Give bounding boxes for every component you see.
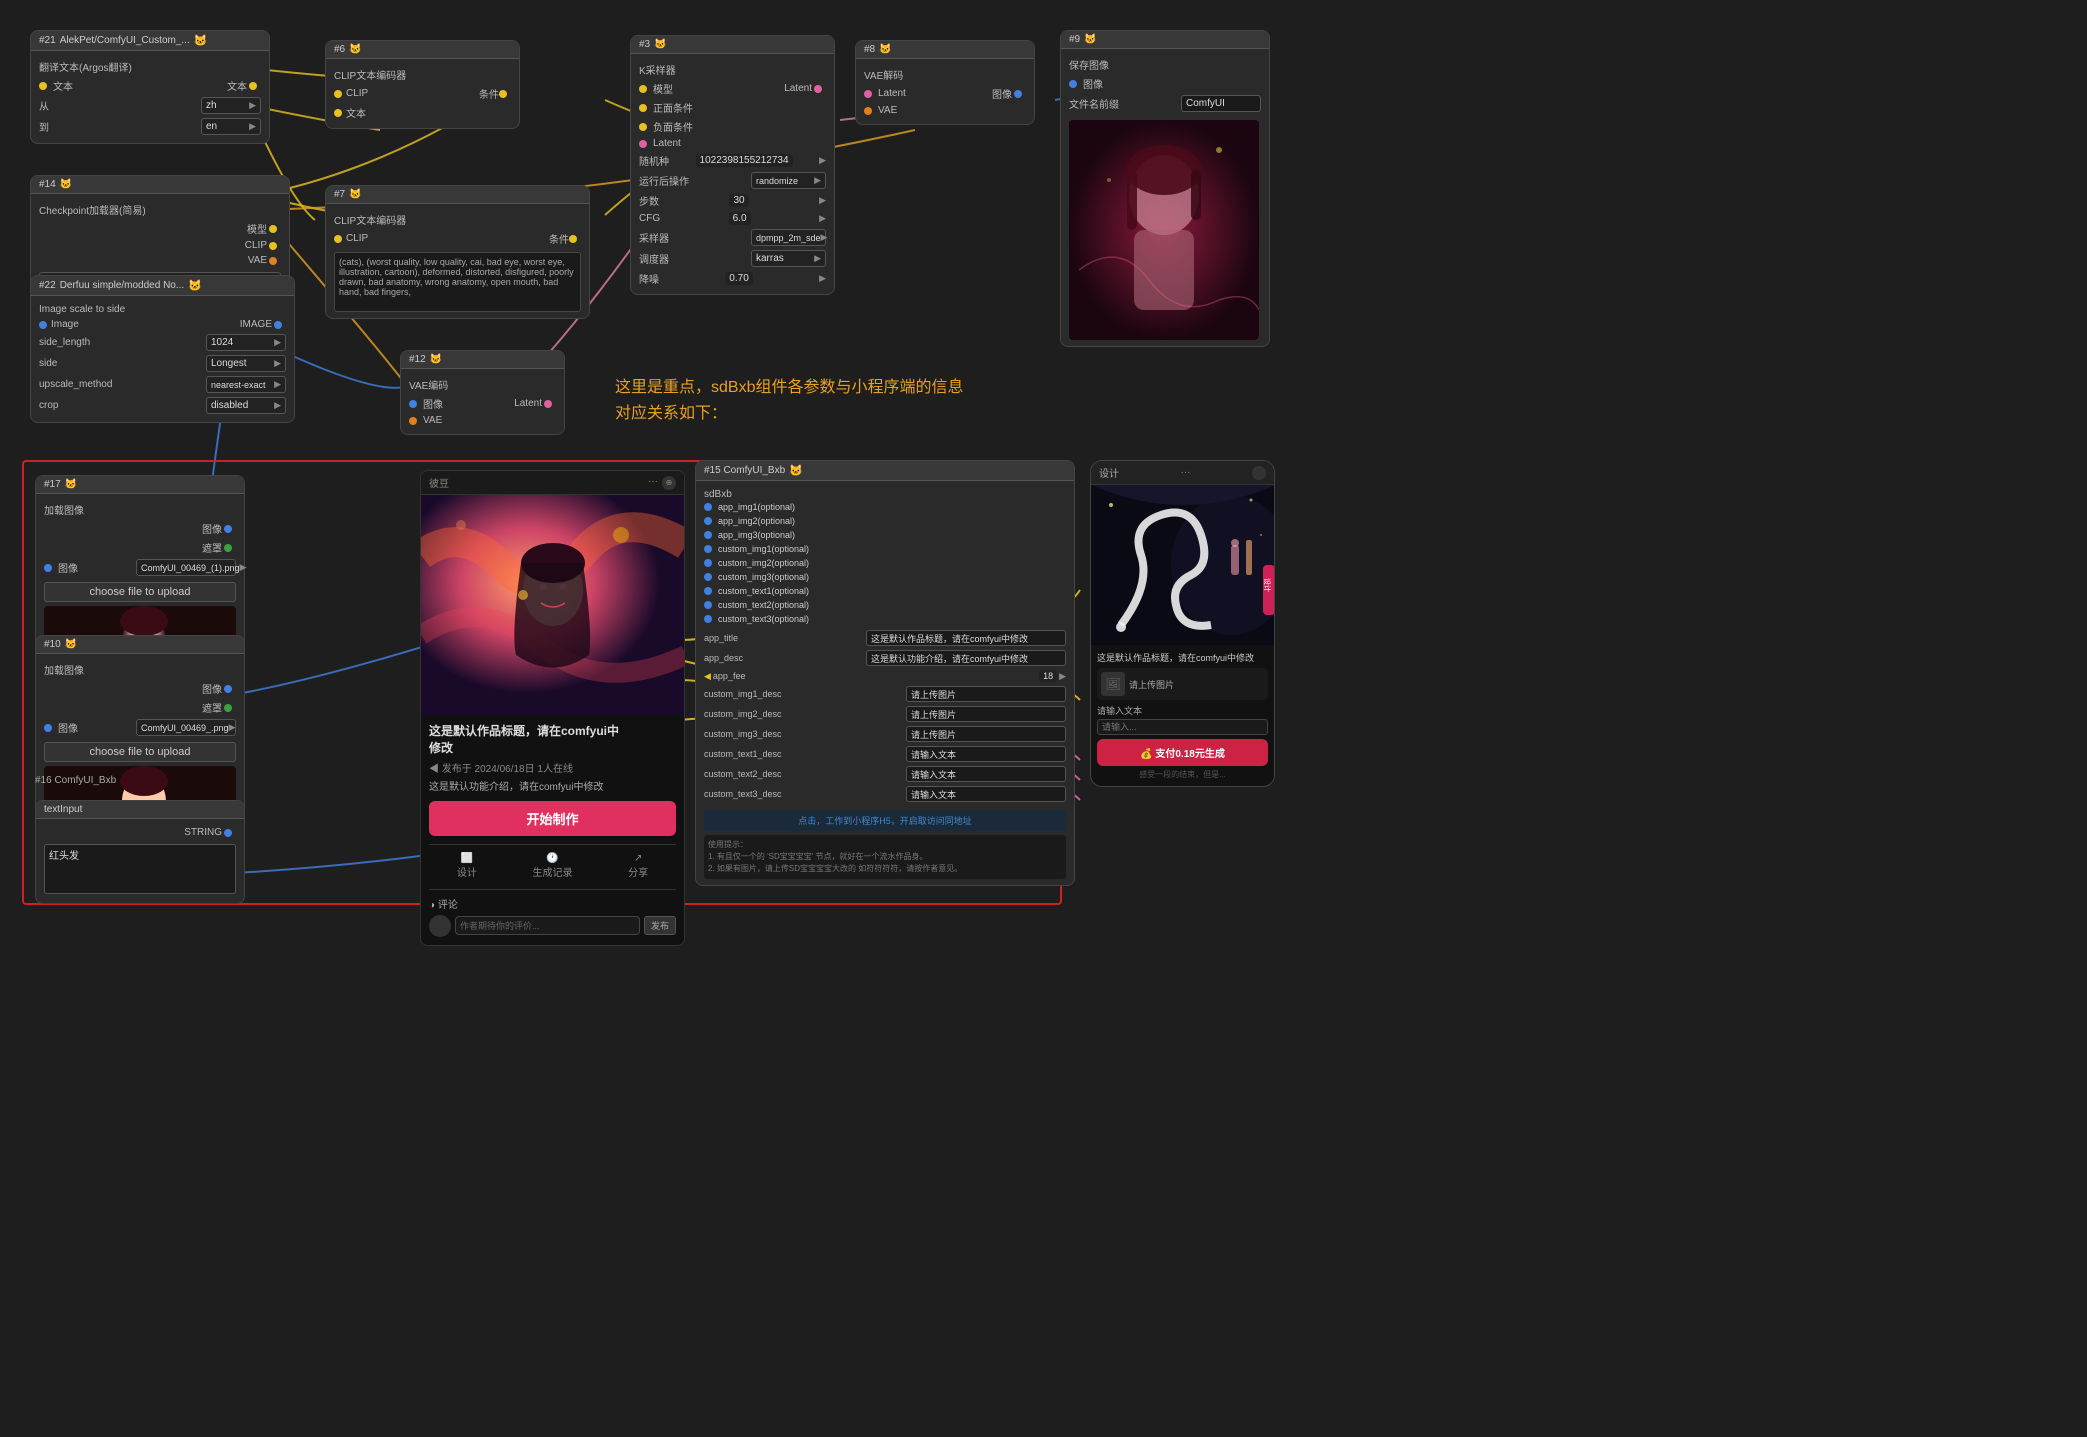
node-6: #6 🐱 CLIP文本编码器 CLIP 条件 文本 [325,40,520,129]
h5-link-btn[interactable]: 点击，工作到小程序H5，开启取访问同地址 [704,810,1066,831]
mobile-text-input[interactable] [1097,719,1268,735]
node-10-header: #10 🐱 [36,636,244,654]
crop-dropdown[interactable]: disabled ▶ [206,397,286,414]
app-card-title: 这是默认作品标题，请在comfyui中修改 [429,723,676,757]
textinput-textarea[interactable]: 红头发 [44,844,236,894]
node-21: #21 AlekPet/ComfyUI_Custom_... 🐱 翻译文本(Ar… [30,30,270,144]
node-8-header: #8 🐱 [856,41,1034,59]
custom-img1-desc-input[interactable] [906,686,1066,702]
portrait-svg [1069,120,1259,340]
node-22-body: Image scale to side Image IMAGE side_len… [31,296,294,422]
node-textinput: textInput STRING 红头发 [35,800,245,904]
node-21-subtitle: 翻译文本(Argos翻译) [39,57,261,76]
node-7: #7 🐱 CLIP文本编码器 CLIP 条件 (cats), (worst qu… [325,185,590,319]
node-3: #3 🐱 K采样器 模型 Latent 正面条件 负面条件 [630,35,835,295]
tab-history[interactable]: 🕐 生成记录 [532,853,572,879]
start-btn[interactable]: 开始制作 [429,801,676,836]
node-9-header: #9 🐱 [1061,31,1269,49]
app-card-meta: ◀ 发布于 2024/06/18日 1人在线 [429,760,676,775]
node-12-header: #12 🐱 [401,351,564,369]
image-10-dropdown[interactable]: ComfyUI_00469_.png ▶ [136,719,236,736]
app-art-image [421,495,684,715]
pay-btn[interactable]: 💰 支付0.18元生成 [1097,739,1268,766]
port-clip-out [269,242,277,250]
textinput-header: textInput [36,801,244,819]
app-title-input[interactable] [866,630,1066,646]
comment-avatar [429,915,451,937]
tab-share[interactable]: ↗ 分享 [628,853,648,879]
custom-text3-desc-input[interactable] [906,786,1066,802]
svg-text:设计: 设计 [1263,578,1272,592]
negative-prompt-text[interactable]: (cats), (worst quality, low quality, cai… [334,252,581,312]
node-15-notes: 使用提示： 1. 有且仅一个的 'SD宝宝宝宝' 节点，就好在一个流水作品身。 … [704,835,1066,879]
port-image-in [39,321,47,329]
node-21-id: #21 [39,35,56,46]
upload-btn-17[interactable]: choose file to upload [44,582,236,602]
mobile-tab-design: 设计 [1099,465,1119,480]
port-model-out [269,225,277,233]
save-image-preview [1069,120,1259,340]
custom-text1-desc-input[interactable] [906,746,1066,762]
app-card-desc: 这是默认功能介绍，请在comfyui中修改 [429,778,676,793]
mobile-art-image: 设计 [1091,485,1274,645]
node-15-header: #15 ComfyUI_Bxb 🐱 [696,461,1074,481]
side-length-dropdown[interactable]: 1024 ▶ [206,334,286,351]
node-21-header: #21 AlekPet/ComfyUI_Custom_... 🐱 [31,31,269,51]
node-17-header: #17 🐱 [36,476,244,494]
node-21-body: 翻译文本(Argos翻译) 文本 文本 从 zh ▶ 到 en ▶ [31,51,269,143]
upload-btn-10[interactable]: choose file to upload [44,742,236,762]
custom-text2-desc-input[interactable] [906,766,1066,782]
node-22: #22 Derfuu simple/modded No... 🐱 Image s… [30,275,295,423]
node-16-label: #16 ComfyUI_Bxb [35,775,116,786]
upscale-dropdown[interactable]: nearest-exact ▶ [206,376,286,393]
node-21-title: AlekPet/ComfyUI_Custom_... [60,35,190,46]
app-preview-card: 彼豆 ··· ⊕ [420,470,685,946]
port-vae-out [269,257,277,265]
app-tabs: ⬜ 设计 🕐 生成记录 ↗ 分享 [429,844,676,887]
mobile-note: 感受一段的结束，但是... [1097,769,1268,780]
to-dropdown[interactable]: en ▶ [201,118,261,135]
node-8: #8 🐱 VAE解码 Latent 图像 VAE [855,40,1035,125]
after-gen-dropdown[interactable]: randomize ▶ [751,172,826,189]
node-14-header: #14 🐱 [31,176,289,194]
node-7-header: #7 🐱 [326,186,589,204]
comment-section: ◑ 评论 作者期待你的评价... 发布 [429,889,676,937]
port-image-out [274,321,282,329]
tab-design[interactable]: ⬜ 设计 [457,853,477,879]
node-12: #12 🐱 VAE编码 图像 Latent VAE [400,350,565,435]
node-3-header: #3 🐱 [631,36,834,54]
node-9: #9 🐱 保存图像 图像 文件名前缀 [1060,30,1270,347]
mobile-upload-img[interactable]: 🖼 请上传图片 [1097,668,1268,700]
port-text-in [39,82,47,90]
image-17-dropdown[interactable]: ComfyUI_00469_(1).png ▶ [136,559,236,576]
from-dropdown[interactable]: zh ▶ [201,97,261,114]
mobile-preview: 设计 ··· 设计 这是默认作品标题，请在comfyui中修改 [1090,460,1275,787]
scheduler-dropdown[interactable]: karras ▶ [751,250,826,267]
node-14-id: #14 [39,179,56,190]
reply-btn[interactable]: 发布 [644,916,676,935]
side-dropdown[interactable]: Longest ▶ [206,355,286,372]
node-22-header: #22 Derfuu simple/modded No... 🐱 [31,276,294,296]
custom-img2-desc-input[interactable] [906,706,1066,722]
node-21-text-field: 文本 文本 [39,76,261,95]
custom-img3-desc-input[interactable] [906,726,1066,742]
app-desc-input[interactable] [866,650,1066,666]
port-text-out [249,82,257,90]
filename-prefix-input[interactable] [1181,95,1261,112]
node-6-header: #6 🐱 [326,41,519,59]
annotation-text: 这里是重点，sdBxb组件各参数与小程序端的信息 对应关系如下： [615,375,963,426]
node-15: #15 ComfyUI_Bxb 🐱 sdBxb app_img1(optiona… [695,460,1075,886]
comment-input[interactable]: 作者期待你的评价... [455,916,640,935]
sampler-dropdown[interactable]: dpmpp_2m_sde ▶ [751,229,826,246]
